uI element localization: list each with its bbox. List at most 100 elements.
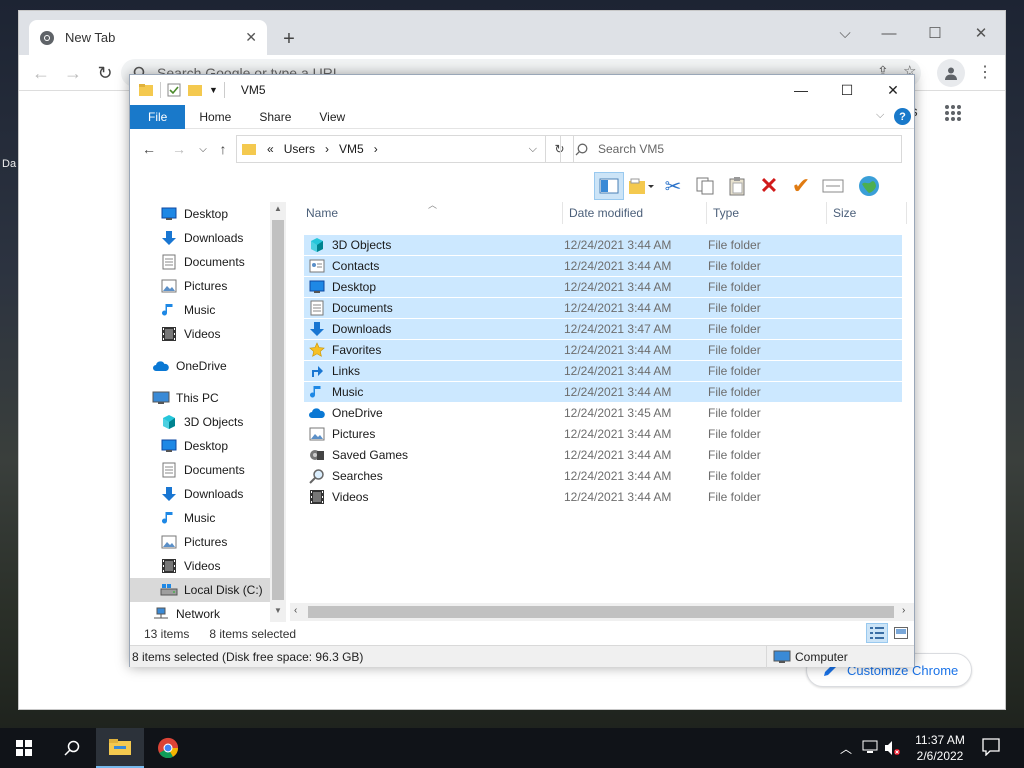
minimize-button[interactable]: — [778,75,824,105]
address-dropdown-icon[interactable]: ⌵ [529,143,537,156]
ribbon-tab-home[interactable]: Home [185,105,245,129]
nav-item-documents[interactable]: Documents [130,250,286,274]
back-arrow-icon[interactable]: ← [138,138,160,160]
nav-item-downloads[interactable]: Downloads [130,226,286,250]
nav-item-desktop[interactable]: Desktop [130,202,286,226]
rename-check-icon[interactable]: ✔ [786,172,816,200]
column-type[interactable]: Type [707,202,827,224]
file-row[interactable]: Favorites 12/24/2021 3:44 AM File folder [304,339,902,360]
chevron-down-icon[interactable]: ⌵ [825,19,865,47]
close-button[interactable]: ✕ [961,19,1001,47]
nav-item-videos[interactable]: Videos [130,322,286,346]
music-icon [308,384,326,400]
help-icon[interactable]: ? [894,108,911,125]
nav-item-3d-objects[interactable]: 3D Objects [130,410,286,434]
search-button[interactable] [48,728,96,768]
ribbon-tab-file[interactable]: File [130,104,186,129]
cut-icon[interactable]: ✂ [658,172,688,200]
maximize-button[interactable]: ☐ [824,75,870,105]
file-row[interactable]: Videos 12/24/2021 3:44 AM File folder [304,486,902,507]
nav-item-music[interactable]: Music [130,298,286,322]
chevron-right-icon[interactable]: › [325,142,329,156]
properties-icon[interactable] [167,83,181,97]
chrome-tab[interactable]: New Tab ✕ [29,20,267,55]
reload-button[interactable]: ↻ [93,61,117,85]
search-box[interactable]: Search VM5 [560,135,902,163]
maximize-button[interactable]: ☐ [915,19,955,47]
address-segment-users[interactable]: Users [284,142,315,156]
details-view-icon[interactable] [866,623,888,643]
nav-item-music[interactable]: Music [130,506,286,530]
apps-grid-icon[interactable] [944,104,962,122]
nav-item-desktop[interactable]: Desktop [130,434,286,458]
up-arrow-icon[interactable]: ↑ [212,138,234,160]
file-row[interactable]: Searches 12/24/2021 3:44 AM File folder [304,465,902,486]
nav-item-onedrive[interactable]: OneDrive [130,354,286,378]
close-tab-icon[interactable]: ✕ [245,29,257,46]
file-row[interactable]: 3D Objects 12/24/2021 3:44 AM File folder [304,234,902,255]
volume-muted-icon[interactable] [884,740,900,756]
forward-arrow-icon[interactable]: → [168,138,190,160]
paste-icon[interactable] [722,172,752,200]
nav-item-pictures[interactable]: Pictures [130,274,286,298]
start-button[interactable] [0,728,48,768]
nav-scrollbar-thumb[interactable] [272,220,284,600]
ribbon-tab-share[interactable]: Share [245,105,305,129]
column-size[interactable]: Size [827,202,907,224]
horizontal-scrollbar-thumb[interactable] [308,606,894,618]
file-row[interactable]: OneDrive 12/24/2021 3:45 AM File folder [304,402,902,423]
file-row[interactable]: Contacts 12/24/2021 3:44 AM File folder [304,255,902,276]
file-row[interactable]: Links 12/24/2021 3:44 AM File folder [304,360,902,381]
recent-locations-icon[interactable]: ⌵ [192,138,214,160]
menu-dots-icon[interactable]: ⋮ [977,62,993,82]
address-segment-vm5[interactable]: VM5 [339,142,364,156]
profile-avatar[interactable] [937,59,965,87]
nav-item-pictures[interactable]: Pictures [130,530,286,554]
chevron-right-icon[interactable]: › [374,142,378,156]
column-name[interactable]: Name [300,202,563,224]
preview-pane-icon[interactable] [594,172,624,200]
ribbon-tab-view[interactable]: View [305,105,359,129]
network-icon[interactable] [862,740,878,754]
properties-icon[interactable] [818,172,848,200]
minimize-button[interactable]: — [869,19,909,47]
nav-item-network[interactable]: Network [130,602,286,622]
file-row[interactable]: Saved Games 12/24/2021 3:44 AM File folder [304,444,902,465]
ribbon-expand-icon[interactable]: ⌵ [876,109,884,122]
new-folder-icon[interactable] [187,83,203,97]
nav-item-documents[interactable]: Documents [130,458,286,482]
videos-icon [160,558,178,574]
back-button[interactable]: ← [29,61,53,85]
globe-icon[interactable] [854,172,884,200]
desktop-icon [160,438,178,454]
forward-button[interactable]: → [61,61,85,85]
nav-item-local-disk-c-[interactable]: Local Disk (C:) [130,578,286,602]
file-row[interactable]: Music 12/24/2021 3:44 AM File folder [304,381,902,402]
quick-access-dropdown-icon[interactable]: ▼ [209,85,218,95]
documents-icon [160,254,178,270]
notifications-icon[interactable] [982,738,1000,756]
new-tab-button[interactable]: + [277,27,301,51]
file-row[interactable]: Downloads 12/24/2021 3:47 AM File folder [304,318,902,339]
delete-icon[interactable]: ✕ [754,172,784,200]
new-folder-dropdown-icon[interactable] [626,172,656,200]
file-explorer-window: ▼ VM5 — ☐ ✕ File Home Share View ⌵ ? ← →… [129,74,916,668]
nav-scrollbar[interactable]: ▲ ▼ [270,202,286,622]
file-row[interactable]: Pictures 12/24/2021 3:44 AM File folder [304,423,902,444]
file-row[interactable]: Desktop 12/24/2021 3:44 AM File folder [304,276,902,297]
horizontal-scrollbar[interactable]: ‹ › [290,603,914,621]
address-bar[interactable]: « Users › VM5 › ⌵ [236,135,546,163]
nav-item-videos[interactable]: Videos [130,554,286,578]
nav-item-downloads[interactable]: Downloads [130,482,286,506]
address-prefix[interactable]: « [267,142,274,156]
chrome-taskbar-icon[interactable] [144,728,192,768]
file-explorer-taskbar-icon[interactable] [96,728,144,768]
taskbar-clock[interactable]: 11:37 AM 2/6/2022 [905,732,975,764]
close-button[interactable]: ✕ [870,75,916,105]
file-row[interactable]: Documents 12/24/2021 3:44 AM File folder [304,297,902,318]
tray-expand-icon[interactable]: ︿ [840,740,852,757]
column-date-modified[interactable]: Date modified [563,202,707,224]
large-icons-view-icon[interactable] [890,623,912,643]
nav-item-this-pc[interactable]: This PC [130,386,286,410]
copy-icon[interactable] [690,172,720,200]
